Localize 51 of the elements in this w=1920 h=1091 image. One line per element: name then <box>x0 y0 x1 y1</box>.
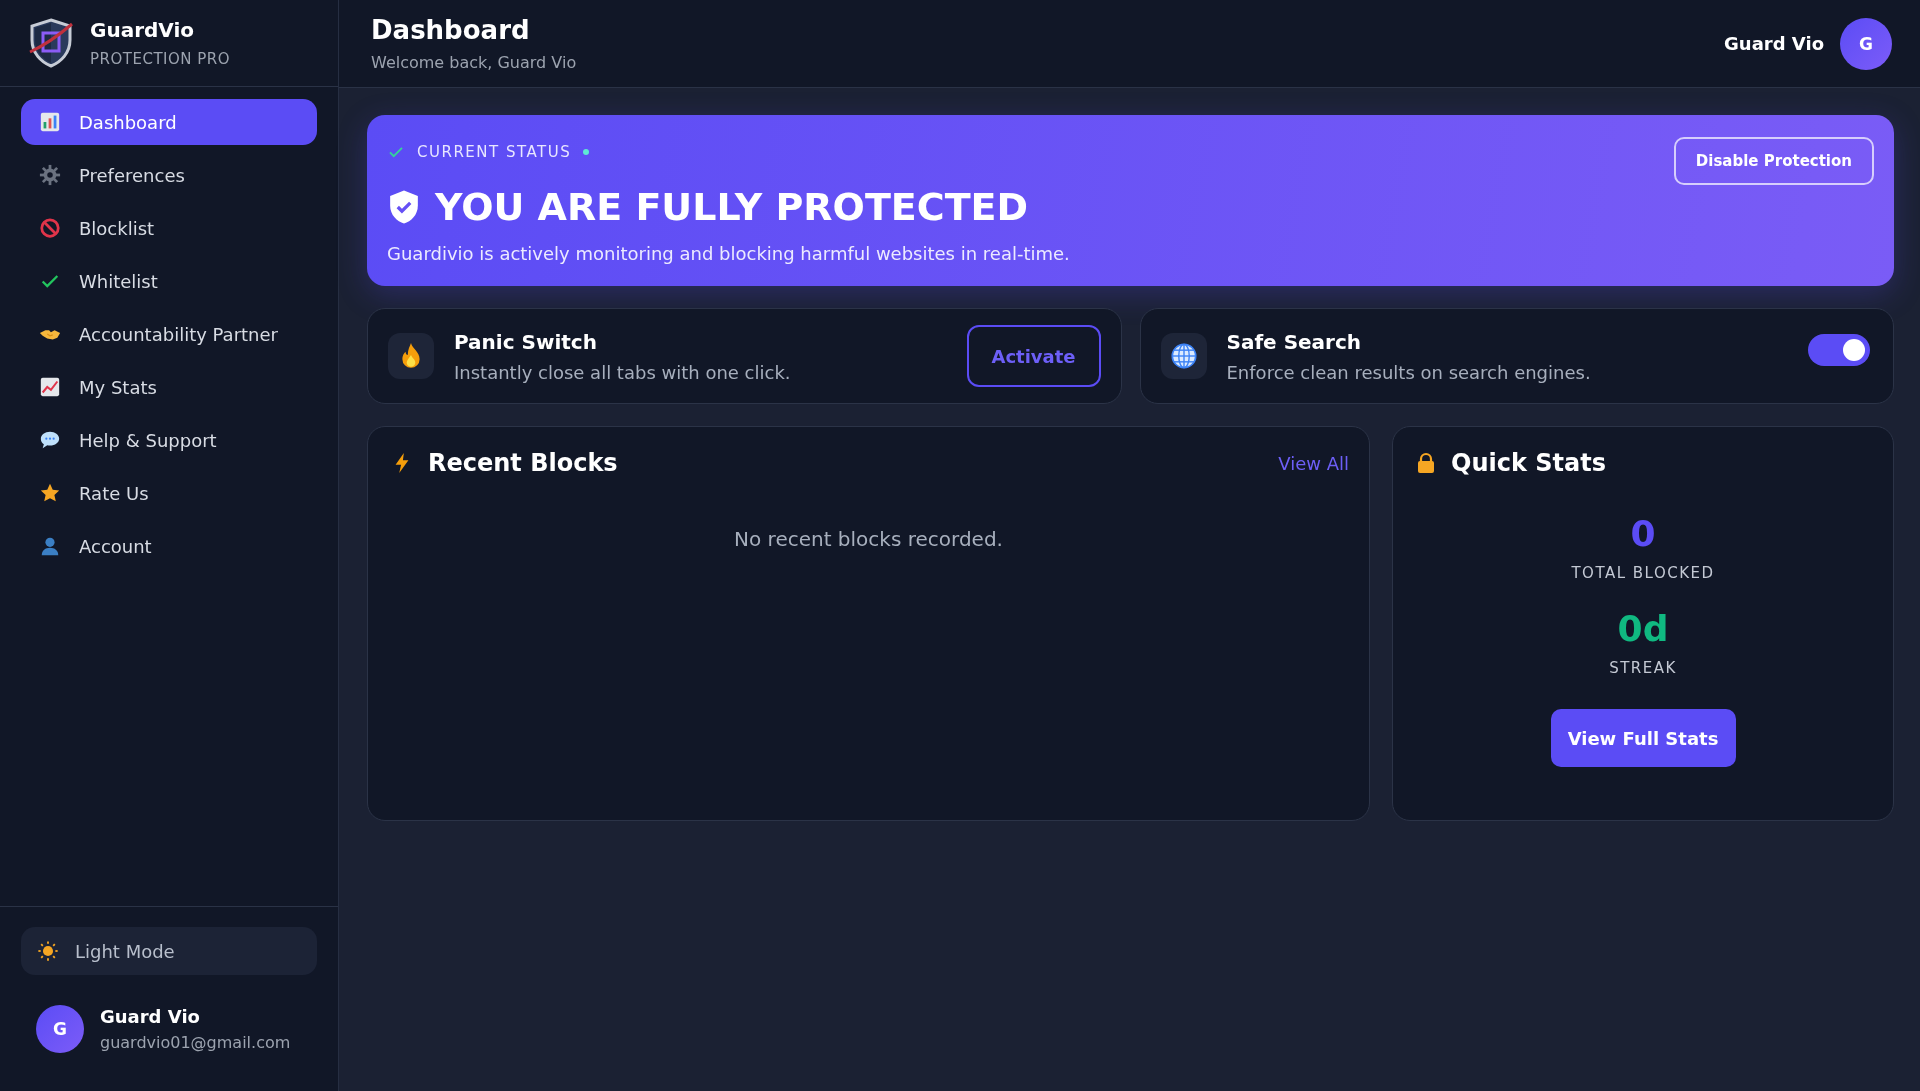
user-avatar: G <box>36 1005 84 1053</box>
bar-chart-icon <box>39 111 61 133</box>
brand-tagline: PROTECTION PRO <box>90 50 231 68</box>
status-dot <box>583 149 590 155</box>
stat-value: 0 <box>1630 513 1656 554</box>
stat-label: STREAK <box>1609 659 1677 677</box>
gear-icon <box>39 164 61 186</box>
status-description: Guardivio is actively monitoring and blocking harmful websites in real-time. <box>387 243 1070 264</box>
header-user-name: Guard Vio <box>1724 33 1824 54</box>
view-all-link[interactable]: View All <box>1278 452 1349 474</box>
nav-item[interactable]: Rate Us <box>21 470 317 516</box>
protection-headline: YOU ARE FULLY PROTECTED <box>435 185 1029 229</box>
prohibited-icon <box>39 217 61 239</box>
user-email: guardvio01@gmail.com <box>100 1033 291 1052</box>
shield-logo-icon <box>28 18 74 68</box>
nav-item[interactable]: My Stats <box>21 364 317 410</box>
nav-item[interactable]: Blocklist <box>21 205 317 251</box>
nav-item[interactable]: Dashboard <box>21 99 317 145</box>
nav-item[interactable]: Help & Support <box>21 417 317 463</box>
speech-bubble-icon <box>39 429 61 451</box>
empty-message: No recent blocks recorded. <box>733 527 1004 551</box>
page-title: Dashboard <box>371 15 531 45</box>
nav-item[interactable]: Preferences <box>21 152 317 198</box>
panel-title: Recent Blocks <box>428 449 618 477</box>
disable-protection-button[interactable]: Disable Protection <box>1673 137 1874 185</box>
lock-icon <box>1417 452 1435 474</box>
globe-icon <box>1169 342 1198 370</box>
header-avatar[interactable]: G <box>1840 17 1892 70</box>
feature-title: Panic Switch <box>454 329 598 354</box>
user-name: Guard Vio <box>100 1006 201 1027</box>
shield-check-icon <box>387 189 421 225</box>
feature-description: Enforce clean results on search engines. <box>1226 361 1592 383</box>
nav-item[interactable]: Accountability Partner <box>21 311 317 357</box>
safe-search-toggle[interactable] <box>1808 334 1870 366</box>
nav-item[interactable]: Account <box>21 523 317 569</box>
feature-title: Safe Search <box>1226 329 1363 354</box>
person-icon <box>39 535 61 557</box>
feature-description: Instantly close all tabs with one click. <box>454 361 792 383</box>
panel-title: Quick Stats <box>1451 449 1606 477</box>
stat-label: TOTAL BLOCKED <box>1571 564 1715 582</box>
sun-icon <box>37 940 59 962</box>
line-chart-icon <box>39 376 61 398</box>
activate-button[interactable]: Activate <box>966 325 1101 387</box>
welcome-text: Welcome back, Guard Vio <box>371 53 577 72</box>
brand-name: GuardVio <box>90 18 196 42</box>
light-mode-button[interactable]: Light Mode <box>21 927 317 975</box>
star-icon <box>39 482 61 504</box>
stat-value: 0d <box>1617 608 1669 649</box>
nav-item[interactable]: Whitelist <box>21 258 317 304</box>
view-full-stats-button[interactable]: View Full Stats <box>1550 709 1736 767</box>
status-label: CURRENT STATUS <box>417 143 572 161</box>
